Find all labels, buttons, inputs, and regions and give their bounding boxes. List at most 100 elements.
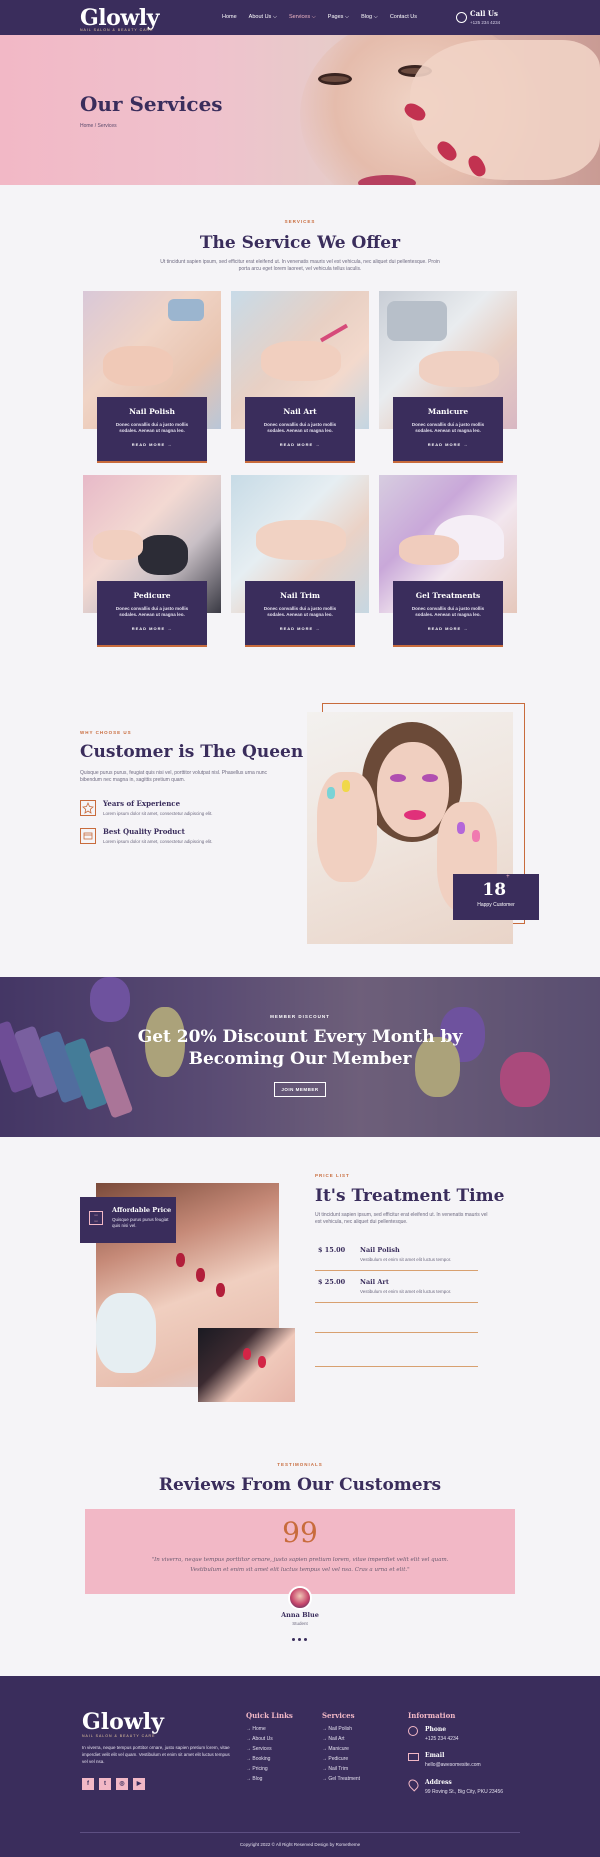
service-card[interactable]: Nail Trim Donec convallis dui a justo mo…	[231, 475, 369, 647]
link-label: Services	[252, 1746, 272, 1752]
read-more-link[interactable]: READ MORE →	[393, 626, 503, 631]
price-row: $ 15.00 Nail Polish Vestibulum et enim s…	[315, 1243, 478, 1271]
twitter-icon[interactable]: t	[99, 1778, 111, 1790]
slider-dot[interactable]	[298, 1638, 301, 1641]
call-us[interactable]: Call Us +125 234 4234	[456, 9, 501, 25]
footer-service-link[interactable]: → Pedicure	[322, 1756, 348, 1762]
footer-service-link[interactable]: → Nail Trim	[322, 1766, 348, 1772]
footer-services-title: Services	[322, 1711, 355, 1720]
service-desc: Donec convallis dui a justo mollis sodal…	[263, 422, 337, 433]
divider	[315, 1366, 478, 1367]
testimonials-title: Reviews From Our Customers	[158, 1475, 442, 1495]
service-info-box: Pedicure Donec convallis dui a justo mol…	[97, 581, 207, 647]
footer-link-about[interactable]: → About Us	[246, 1736, 273, 1742]
link-label: Booking	[252, 1756, 271, 1762]
footer	[0, 1676, 600, 1857]
footer-link-booking[interactable]: → Booking	[246, 1756, 270, 1762]
link-label: Home	[252, 1726, 266, 1732]
feature-title: Best Quality Product	[103, 827, 185, 836]
service-title: Manicure	[427, 407, 469, 416]
join-member-button[interactable]: JOIN MEMBER	[274, 1082, 326, 1097]
service-card[interactable]: Nail Polish Donec convallis dui a justo …	[83, 291, 221, 463]
footer-logo[interactable]: Glowly	[82, 1709, 164, 1735]
read-more-link[interactable]: READ MORE →	[245, 442, 355, 447]
feature-title: Years of Experience	[103, 799, 181, 808]
read-more-link[interactable]: READ MORE →	[97, 442, 207, 447]
footer-service-link[interactable]: → Gel Treatment	[322, 1776, 360, 1782]
nav-about[interactable]: About Us ⌵	[249, 14, 277, 21]
footer-divider	[80, 1832, 520, 1833]
price-item-desc: Vestibulum et enim sit amet elit luctus …	[360, 1289, 452, 1294]
price-tag-icon: ▭ ▭	[89, 1211, 103, 1225]
review-quote-line2: Vestibulum et enim sit amet elit luctus …	[190, 1567, 410, 1573]
badge-desc: Quisque purus purus feugiat quis nisi ve…	[112, 1217, 169, 1228]
service-title: Nail Art	[283, 407, 317, 416]
footer-service-link[interactable]: → Manicure	[322, 1746, 349, 1752]
logo-tagline: NAIL SALON & BEAUTY CARE	[80, 28, 154, 32]
service-card[interactable]: Manicure Donec convallis dui a justo mol…	[379, 291, 517, 463]
service-card[interactable]: Nail Art Donec convallis dui a justo mol…	[231, 291, 369, 463]
footer-link-home[interactable]: → Home	[246, 1726, 266, 1732]
nav-services[interactable]: Services ⌵	[289, 14, 316, 21]
footer-logo-tagline: NAIL SALON & BEAUTY CARE	[82, 1734, 156, 1738]
happy-customer-stat: 18+ Happy Customer	[453, 874, 539, 920]
link-label: Nail Trim	[328, 1766, 349, 1772]
service-card[interactable]: Gel Treatments Donec convallis dui a jus…	[379, 475, 517, 647]
footer-link-pricing[interactable]: → Pricing	[246, 1766, 268, 1772]
service-card[interactable]: Pedicure Donec convallis dui a justo mol…	[83, 475, 221, 647]
stat-plus: +	[506, 874, 510, 880]
service-info-box: Manicure Donec convallis dui a justo mol…	[393, 397, 503, 463]
review-card: 99 "In viverra, neque tempus porttitor o…	[85, 1509, 515, 1594]
breadcrumb[interactable]: Home / Services	[80, 123, 117, 129]
nav-blog[interactable]: Blog ⌵	[361, 14, 378, 21]
call-number: +125 234 4234	[470, 20, 501, 25]
star-badge-icon	[80, 800, 96, 816]
review-quote-line1: "In viverra, neque tempus porttitor orna…	[151, 1557, 449, 1563]
quote-icon: 99	[282, 1516, 318, 1549]
price-amount: $ 25.00	[318, 1278, 346, 1286]
read-more-link[interactable]: READ MORE →	[245, 626, 355, 631]
email-label: Email	[425, 1752, 445, 1759]
services-intro: Ut tincidunt sapien ipsum, sed efficitur…	[160, 259, 440, 272]
link-label: Blog	[252, 1776, 263, 1782]
footer-service-link[interactable]: → Nail Art	[322, 1736, 345, 1742]
service-desc: Donec convallis dui a justo mollis sodal…	[263, 606, 337, 617]
stat-number: 18	[482, 880, 507, 900]
slider-dot[interactable]	[292, 1638, 295, 1641]
hero-hand-image	[410, 40, 600, 180]
stat-label: Happy Customer	[477, 902, 515, 908]
price-item-name: Nail Polish	[360, 1246, 400, 1254]
affordable-price-badge: ▭ ▭ Affordable Price Quisque purus purus …	[80, 1197, 176, 1243]
address-value: 99 Roving St., Big City, PKU 23456	[425, 1789, 504, 1795]
phone-value[interactable]: +125 234 4234	[425, 1736, 459, 1742]
discount-banner: MEMBER DISCOUNT Get 20% Discount Every M…	[0, 977, 600, 1137]
address-label: Address	[425, 1779, 452, 1786]
why-text: Quisque purus purus, feugiat quis nisi v…	[80, 770, 268, 783]
link-label: Nail Polish	[328, 1726, 353, 1732]
avatar	[288, 1586, 312, 1610]
service-desc: Donec convallis dui a justo mollis sodal…	[411, 606, 485, 617]
footer-link-services[interactable]: → Services	[246, 1746, 272, 1752]
price-title: It's Treatment Time	[315, 1186, 505, 1206]
read-more-link[interactable]: READ MORE →	[97, 626, 207, 631]
footer-service-link[interactable]: → Nail Polish	[322, 1726, 352, 1732]
slider-dot[interactable]	[304, 1638, 307, 1641]
youtube-icon[interactable]: ▶	[133, 1778, 145, 1790]
call-title: Call Us	[470, 9, 498, 18]
service-desc: Donec convallis dui a justo mollis sodal…	[115, 422, 189, 433]
link-label: Nail Art	[328, 1736, 345, 1742]
nav-contact[interactable]: Contact Us	[390, 14, 417, 21]
email-value[interactable]: hello@awesomesite.com	[425, 1762, 481, 1768]
instagram-icon[interactable]: ◎	[116, 1778, 128, 1790]
nav-home[interactable]: Home	[222, 14, 237, 21]
facebook-icon[interactable]: f	[82, 1778, 94, 1790]
phone-icon	[408, 1726, 418, 1736]
main-nav: Home About Us ⌵ Services ⌵ Pages ⌵ Blog …	[222, 14, 417, 21]
nav-pages[interactable]: Pages ⌵	[328, 14, 349, 21]
read-more-link[interactable]: READ MORE →	[393, 442, 503, 447]
price-item-desc: Vestibulum et enim sit amet elit luctus …	[360, 1257, 452, 1262]
service-info-box: Nail Polish Donec convallis dui a justo …	[97, 397, 207, 463]
footer-link-blog[interactable]: → Blog	[246, 1776, 262, 1782]
services-title: The Service We Offer	[199, 233, 401, 253]
hero-banner: Our Services Home / Services	[0, 35, 600, 185]
